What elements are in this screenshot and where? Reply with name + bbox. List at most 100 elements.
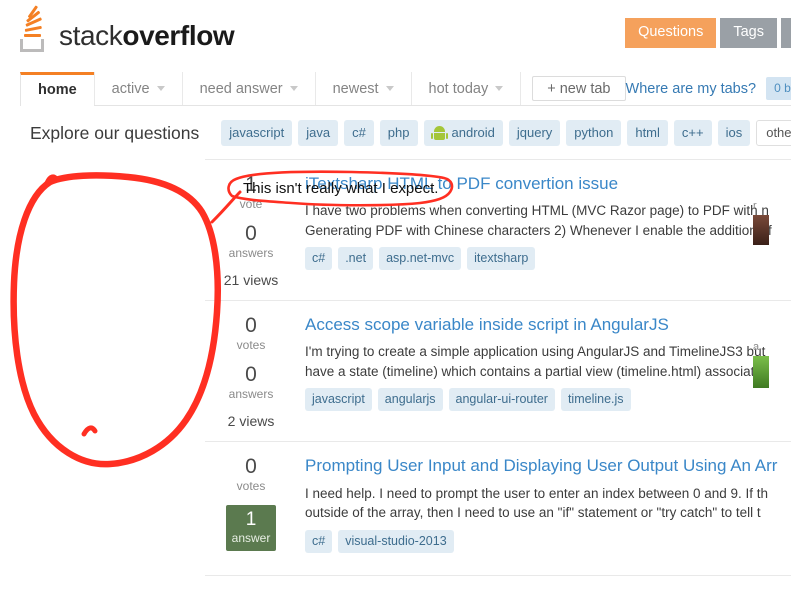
tag-cpp[interactable]: c++ xyxy=(673,120,712,146)
answer-label: answer xyxy=(231,531,271,546)
tab-hot-today[interactable]: hot today xyxy=(410,72,522,105)
annotation-circle-kink xyxy=(81,425,98,437)
vote-label: vote xyxy=(239,197,263,212)
where-are-my-tabs-link[interactable]: Where are my tabs? xyxy=(626,81,757,97)
answer-label: answers xyxy=(228,387,274,402)
question-tag[interactable]: angularjs xyxy=(377,388,443,412)
author-text-fragment: r xyxy=(753,200,757,212)
stackoverflow-logo[interactable]: stackoverflow xyxy=(18,5,235,52)
answer-stat: 0 answers xyxy=(205,222,297,261)
table-row[interactable]: 0 votes 1 answer Prompting User Input an… xyxy=(205,442,791,577)
answer-label: answers xyxy=(228,246,274,261)
question-content: Access scope variable inside script in A… xyxy=(297,315,791,429)
tag-label: android xyxy=(451,125,495,140)
question-excerpt: I'm trying to create a simple applicatio… xyxy=(305,344,770,380)
question-excerpt: I need help. I need to prompt the user t… xyxy=(305,485,769,521)
logo-wordmark: stackoverflow xyxy=(59,20,235,52)
vote-count: 0 xyxy=(245,455,257,479)
tag-label: javascript xyxy=(229,125,285,140)
tab-home[interactable]: home xyxy=(20,72,95,106)
vote-stat: 0 votes xyxy=(205,314,297,353)
tag-filter-list: javascript java c# php android jquery py… xyxy=(221,120,791,146)
question-excerpt: I have two problems when converting HTML… xyxy=(305,203,772,238)
stack-logo-icon xyxy=(18,5,52,52)
chevron-down-icon[interactable] xyxy=(156,86,165,91)
avatar[interactable] xyxy=(753,215,769,245)
chevron-down-icon[interactable] xyxy=(385,86,394,91)
nav-tags[interactable]: Tags xyxy=(720,18,777,48)
answer-count: 0 xyxy=(245,363,257,387)
explore-title: Explore our questions xyxy=(30,122,200,143)
question-stats: 0 votes 1 answer xyxy=(205,456,297,563)
tab-home-label: home xyxy=(38,82,77,98)
question-list: 1 vote 0 answers 21 views iTextsharp HTM… xyxy=(205,159,791,577)
view-count: 2 views xyxy=(227,413,275,430)
tag-ios[interactable]: ios xyxy=(717,120,751,146)
tag-csharp[interactable]: c# xyxy=(344,120,374,146)
question-tags: c# visual-studio-2013 xyxy=(305,529,791,553)
question-tag[interactable]: javascript xyxy=(305,388,372,412)
annotation-text: This isn't really what I expect. xyxy=(243,180,439,197)
site-header: stackoverflow Questions Tags xyxy=(0,0,791,72)
tab-newest[interactable]: newest xyxy=(314,72,412,105)
question-tag[interactable]: visual-studio-2013 xyxy=(338,529,454,553)
annotation-circle xyxy=(10,172,222,468)
tag-java[interactable]: java xyxy=(298,120,339,146)
chevron-down-icon[interactable] xyxy=(289,86,298,91)
question-tab-bar: home active need answer newest hot today… xyxy=(20,72,791,106)
vote-label: votes xyxy=(236,338,266,353)
tab-active[interactable]: active xyxy=(93,72,183,105)
tag-php[interactable]: php xyxy=(379,120,418,146)
vote-count: 0 xyxy=(245,314,257,338)
question-tag[interactable]: c# xyxy=(305,247,333,271)
tab-need-answer[interactable]: need answer xyxy=(181,72,316,105)
question-author-clipped[interactable]: r xyxy=(753,200,791,245)
question-title-link[interactable]: Access scope variable inside script in A… xyxy=(305,315,791,335)
tag-label: c++ xyxy=(681,125,704,140)
chevron-down-icon[interactable] xyxy=(495,86,504,91)
avatar[interactable] xyxy=(753,356,769,389)
tag-jquery[interactable]: jquery xyxy=(508,120,561,146)
answer-count: 0 xyxy=(245,222,257,246)
nav-questions[interactable]: Questions xyxy=(625,18,717,48)
tag-label: java xyxy=(306,125,331,140)
tab-bar-right: Where are my tabs? 0 bounties xyxy=(626,72,791,105)
logo-text-light: stack xyxy=(59,20,123,51)
question-tags: c# .net asp.net-mvc itextsharp xyxy=(305,247,791,271)
tab-newest-label: newest xyxy=(332,80,379,97)
question-tag[interactable]: c# xyxy=(305,529,333,553)
tab-hot-today-label: hot today xyxy=(428,80,489,97)
answer-count: 1 xyxy=(245,509,257,531)
tag-html[interactable]: html xyxy=(627,120,668,146)
question-stats: 0 votes 0 answers 2 views xyxy=(205,314,297,430)
question-tag[interactable]: itextsharp xyxy=(467,247,536,271)
tag-label: c# xyxy=(352,125,366,140)
table-row[interactable]: 0 votes 0 answers 2 views Access scope v… xyxy=(205,301,791,443)
question-tag[interactable]: asp.net-mvc xyxy=(379,247,462,271)
view-count: 21 views xyxy=(223,272,279,289)
question-content: Prompting User Input and Displaying User… xyxy=(297,456,791,563)
tag-python[interactable]: python xyxy=(566,120,622,146)
android-icon xyxy=(430,125,448,140)
tab-need-answer-label: need answer xyxy=(199,80,283,97)
question-author-clipped[interactable]: a xyxy=(753,341,791,389)
tag-label: jquery xyxy=(516,125,553,140)
other-tags-button[interactable]: other tags xyxy=(756,120,791,146)
question-title-link[interactable]: Prompting User Input and Displaying User… xyxy=(305,456,791,476)
question-tag[interactable]: timeline.js xyxy=(560,388,631,412)
question-tags: javascript angularjs angular-ui-router t… xyxy=(305,388,791,412)
tag-label: ios xyxy=(725,125,743,140)
tag-label: html xyxy=(635,125,660,140)
vote-label: votes xyxy=(236,479,266,494)
tag-android[interactable]: android xyxy=(423,120,503,146)
nav-overflow-clipped[interactable] xyxy=(781,18,791,48)
question-tag[interactable]: angular-ui-router xyxy=(448,388,555,412)
new-tab-button[interactable]: + new tab xyxy=(532,76,626,101)
bounties-badge[interactable]: 0 bounties xyxy=(766,77,791,100)
top-navigation: Questions Tags xyxy=(625,18,791,48)
tag-label: php xyxy=(387,125,410,140)
question-tag[interactable]: .net xyxy=(338,247,374,271)
tag-javascript[interactable]: javascript xyxy=(221,120,293,146)
answer-stat: 0 answers xyxy=(205,363,297,402)
author-text-fragment: a xyxy=(753,341,760,354)
